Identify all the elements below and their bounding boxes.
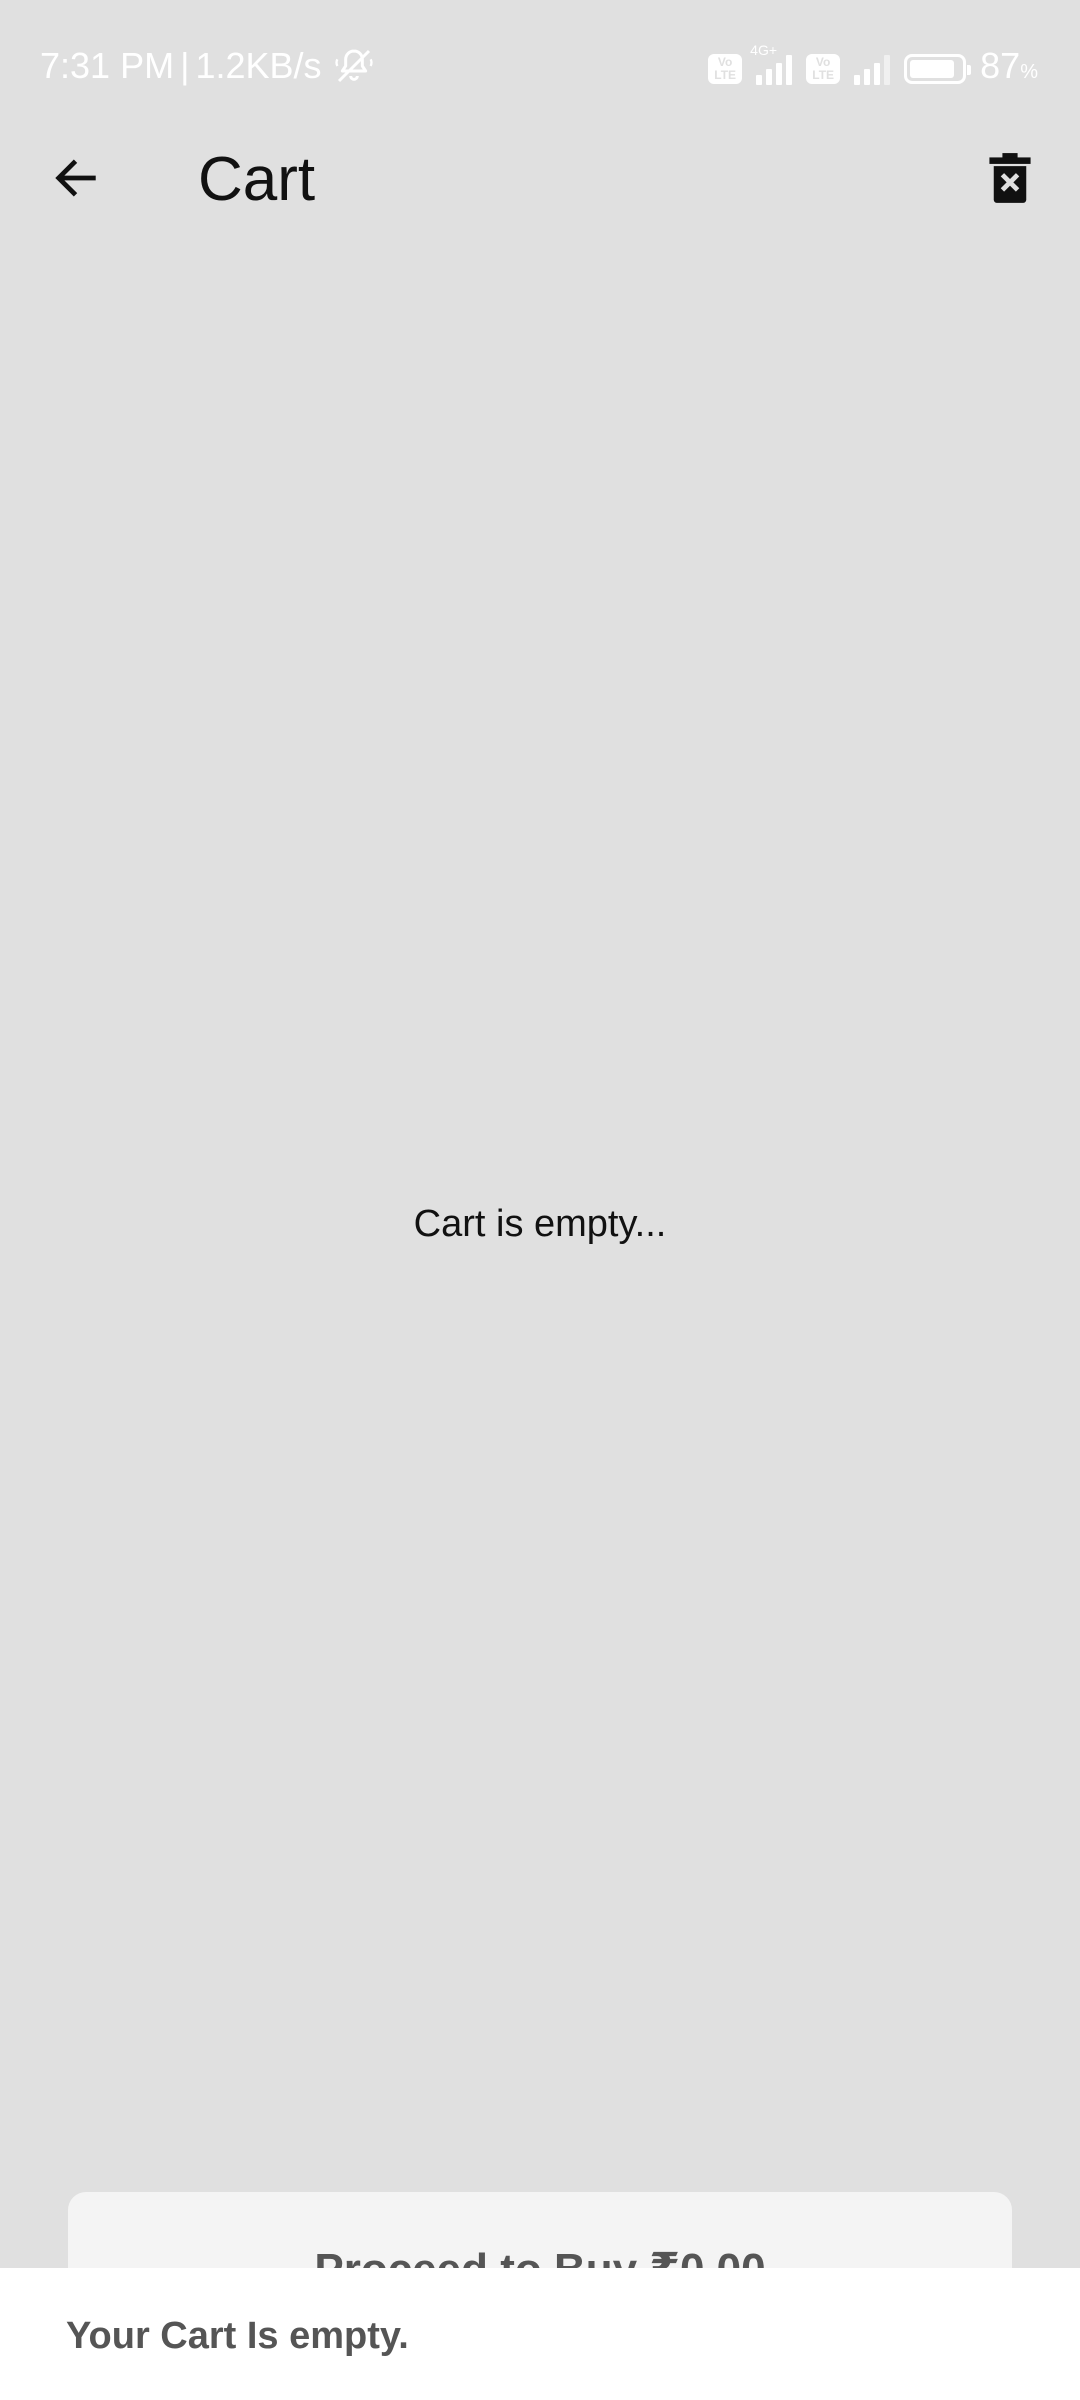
snackbar-message: Your Cart Is empty.: [66, 2315, 409, 2357]
network-speed: 1.2KB/s: [195, 45, 322, 86]
status-left: 7:31 PM | 1.2KB/s: [40, 42, 374, 90]
snackbar: Your Cart Is empty.: [0, 2268, 1080, 2400]
status-time: 7:31 PM: [40, 45, 175, 86]
arrow-left-icon: [50, 152, 102, 209]
signal-icon: 4G+: [750, 43, 793, 85]
delete-forever-icon: [988, 152, 1032, 209]
volte-icon: Vo LTE: [806, 54, 841, 84]
app-bar: Cart: [0, 130, 1080, 226]
back-button[interactable]: [40, 148, 112, 212]
mute-icon: [334, 46, 374, 86]
battery-percentage: 87%: [980, 42, 1038, 96]
status-right: Vo LTE 4G+ Vo LTE 87%: [708, 42, 1038, 96]
battery-unit: %: [1020, 61, 1038, 83]
clear-cart-button[interactable]: [974, 146, 1046, 214]
volte-label-top: Vo: [815, 55, 831, 69]
volte-icon: Vo LTE: [708, 54, 743, 84]
page-title: Cart: [198, 145, 316, 214]
volte-label-bottom: LTE: [714, 68, 737, 82]
network-type: 4G+: [750, 42, 778, 58]
signal-icon: [854, 53, 891, 85]
battery-value: 87: [980, 45, 1021, 86]
status-separator: |: [180, 45, 190, 86]
battery-fill: [910, 60, 954, 78]
battery-icon: [904, 54, 972, 84]
volte-label-top: Vo: [717, 55, 733, 69]
status-bar: 7:31 PM | 1.2KB/s Vo LTE 4G+ Vo LTE 87 %: [0, 0, 1080, 130]
volte-label-bottom: LTE: [812, 68, 835, 82]
empty-cart-message: Cart is empty...: [413, 1203, 667, 1245]
